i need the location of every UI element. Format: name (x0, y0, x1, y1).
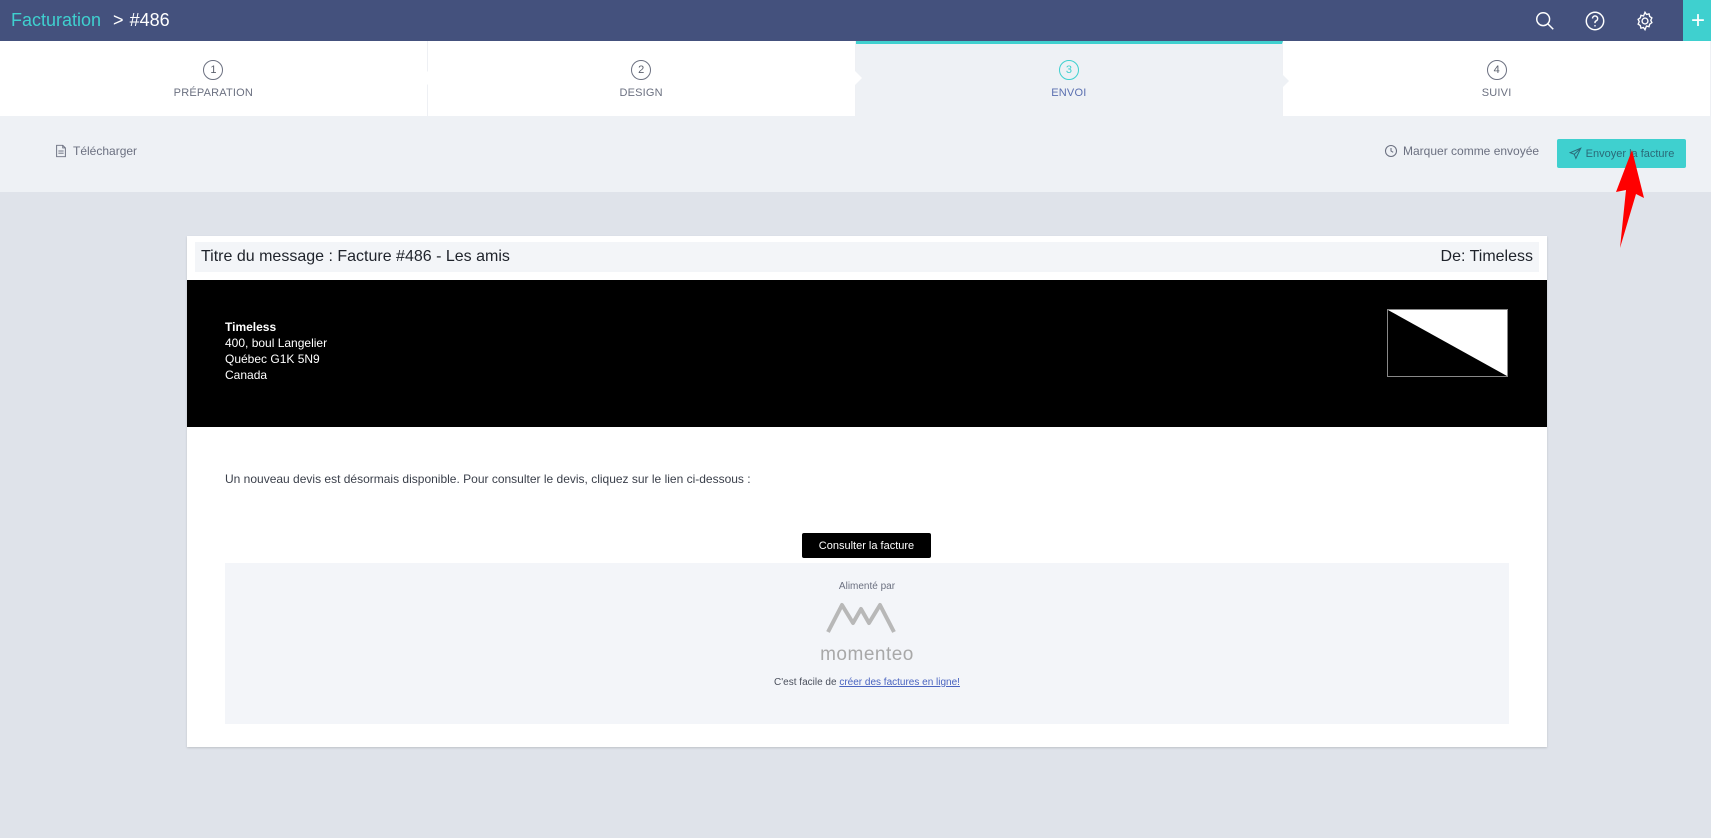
step-arrow (426, 71, 434, 85)
breadcrumb-separator: > (113, 10, 124, 30)
create-invoices-link[interactable]: créer des factures en ligne! (839, 677, 960, 688)
clock-icon (1384, 144, 1398, 158)
step-tab-suivi[interactable]: 4 SUIVI (1283, 41, 1711, 116)
email-from: De: Timeless (1440, 248, 1533, 265)
step-tab-preparation[interactable]: 1 PRÉPARATION (0, 41, 434, 116)
company-name: Timeless (225, 320, 277, 334)
company-address-line: Québec G1K 5N9 (225, 352, 320, 366)
mark-sent-button[interactable]: Marquer comme envoyée (1384, 144, 1539, 158)
top-bar: Facturation > #486 + (0, 0, 1711, 41)
step-tab-design[interactable]: 2 DESIGN (428, 41, 862, 116)
step-label: ENVOI (1051, 87, 1087, 99)
gear-icon[interactable] (1633, 9, 1657, 33)
plus-icon: + (1691, 6, 1706, 34)
email-footer: Alimenté par momenteo C'est facile de cr… (225, 563, 1509, 724)
email-banner: Timeless 400, boul Langelier Québec G1K … (187, 280, 1547, 427)
brand-name: momenteo (820, 644, 914, 665)
top-icons: + (1533, 0, 1711, 41)
company-logo (1387, 309, 1508, 377)
breadcrumb-current: #486 (129, 10, 170, 30)
company-address: Timeless 400, boul Langelier Québec G1K … (225, 319, 327, 383)
momenteo-logo-icon (826, 603, 896, 633)
powered-by-text: Alimenté par (838, 581, 896, 592)
step-number: 1 (203, 60, 224, 80)
step-arrow (1282, 74, 1290, 88)
step-label: DESIGN (619, 87, 663, 99)
download-button[interactable]: Télécharger (54, 144, 137, 158)
step-tabs: 1 PRÉPARATION 2 DESIGN 3 ENVOI 4 SUIVI (0, 41, 1711, 116)
search-icon[interactable] (1533, 9, 1557, 33)
step-tab-envoi[interactable]: 3 ENVOI (855, 41, 1290, 116)
step-label: SUIVI (1481, 87, 1512, 99)
company-address-line: 400, boul Langelier (225, 336, 328, 350)
document-icon (56, 144, 66, 158)
step-arrow (854, 71, 862, 85)
red-arrow-annotation (1616, 150, 1644, 248)
easy-text-prefix: C'est facile de (774, 677, 837, 688)
paper-plane-icon (1568, 147, 1582, 160)
easy-text: C'est facile de créer des factures en li… (225, 677, 1509, 688)
email-message: Un nouveau devis est désormais disponibl… (225, 472, 751, 486)
breadcrumb-root[interactable]: Facturation (11, 10, 101, 31)
action-bar: Télécharger Marquer comme envoyée Envoye… (0, 116, 1711, 192)
company-country: Canada (225, 368, 268, 382)
download-label: Télécharger (73, 144, 138, 158)
mark-sent-label: Marquer comme envoyée (1403, 144, 1540, 158)
email-subject: Titre du message : Facture #486 - Les am… (201, 248, 510, 265)
view-invoice-button[interactable]: Consulter la facture (802, 533, 931, 558)
step-label: PRÉPARATION (173, 87, 254, 99)
add-button[interactable]: + (1683, 0, 1711, 41)
email-preview: Titre du message : Facture #486 - Les am… (187, 236, 1547, 747)
step-number: 3 (1058, 60, 1079, 80)
email-header: Titre du message : Facture #486 - Les am… (195, 242, 1539, 272)
step-number: 2 (631, 60, 652, 80)
step-number: 4 (1486, 60, 1507, 80)
help-icon[interactable] (1583, 9, 1607, 33)
